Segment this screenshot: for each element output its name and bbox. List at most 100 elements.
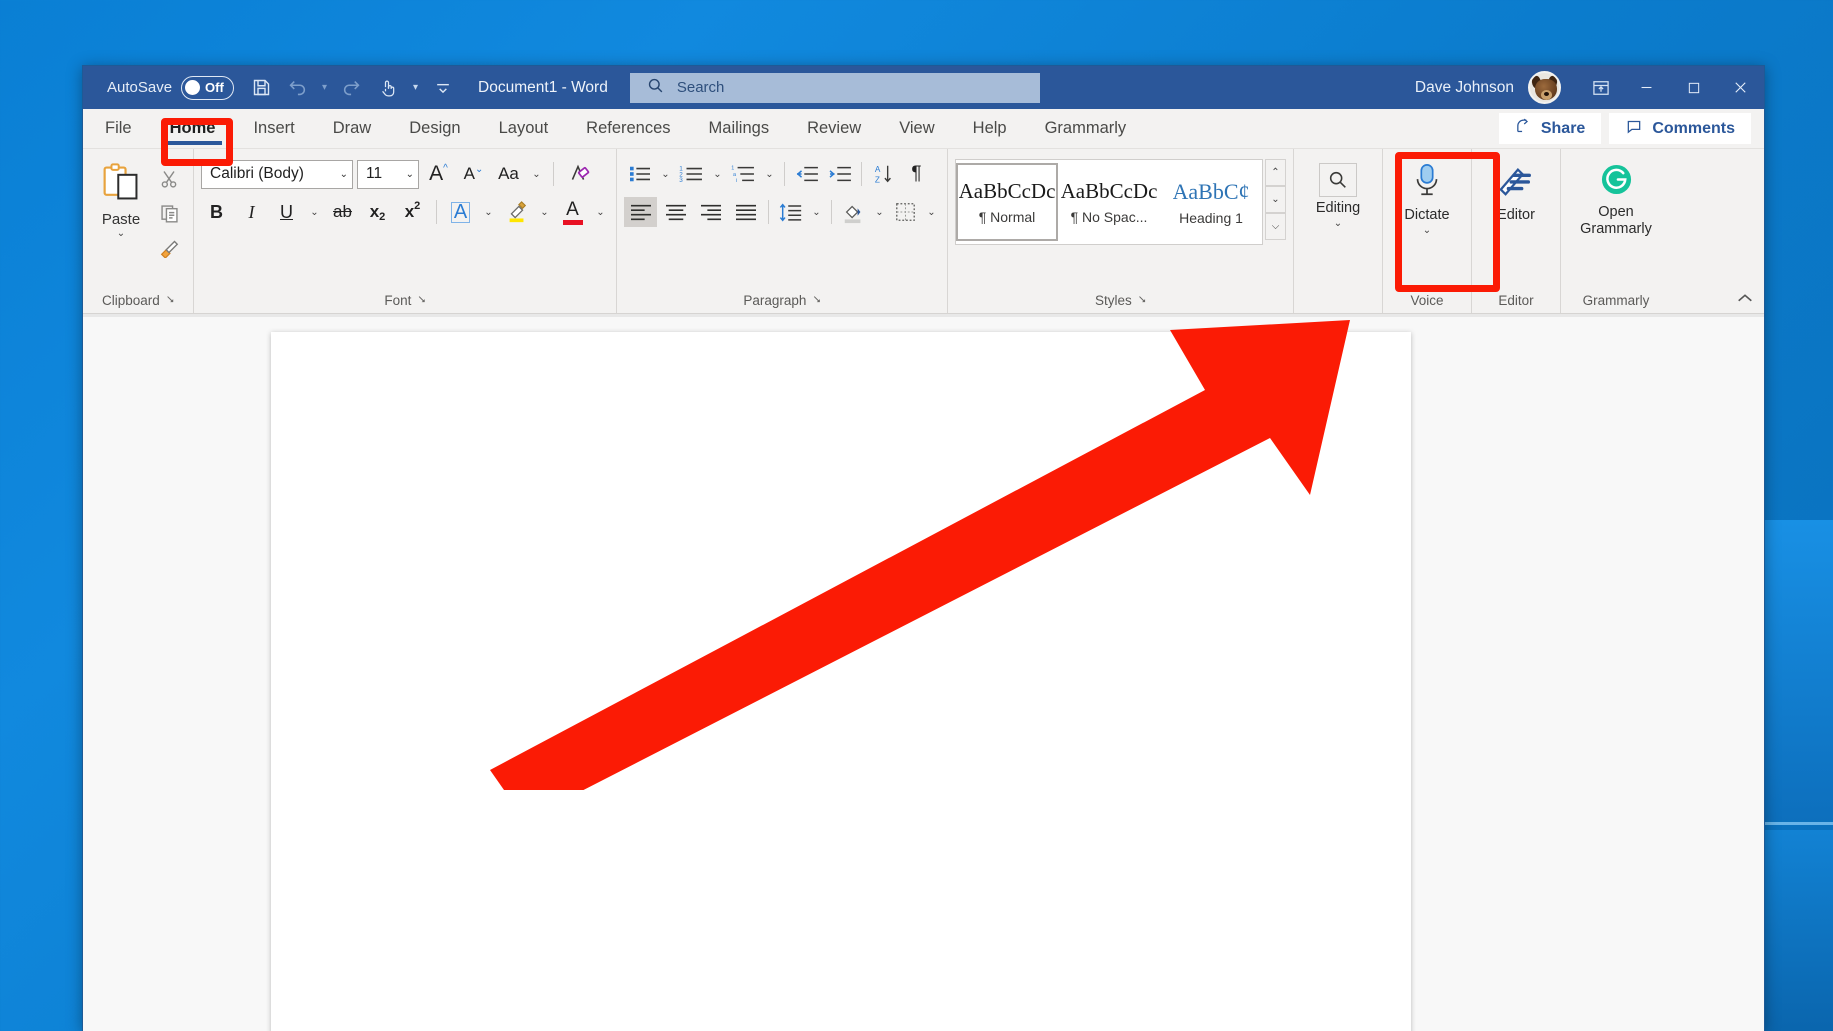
undo-dropdown-caret-icon[interactable]: ▾ (316, 72, 333, 104)
italic-button[interactable]: I (236, 197, 267, 227)
align-center-icon[interactable] (659, 197, 692, 227)
multilevel-list-icon[interactable]: 1 a i (728, 159, 759, 189)
line-spacing-caret-icon[interactable]: ⌄ (808, 197, 825, 227)
text-effects-button[interactable]: A (445, 197, 476, 227)
close-button[interactable] (1717, 66, 1764, 109)
sort-icon[interactable]: A Z (868, 159, 899, 189)
strikethrough-button[interactable]: ab (327, 197, 358, 227)
customize-quick-access-icon[interactable] (426, 72, 460, 104)
shrink-font-button[interactable]: A ⌄ (458, 159, 489, 189)
share-button[interactable]: Share (1498, 113, 1602, 144)
editing-button[interactable]: Editing ⌄ (1301, 159, 1375, 228)
open-grammarly-label-line2: Grammarly (1580, 220, 1652, 237)
font-size-combobox[interactable]: 11 ⌄ (357, 159, 419, 189)
tab-file[interactable]: File (83, 109, 151, 148)
styles-scroll-down-button[interactable]: ⌄ (1265, 186, 1286, 213)
editor-button[interactable]: Editor (1479, 159, 1553, 224)
increase-indent-icon[interactable] (824, 159, 855, 189)
tab-references[interactable]: References (567, 109, 689, 148)
underline-button[interactable]: U (271, 197, 302, 227)
highlight-caret-icon[interactable]: ⌄ (536, 197, 553, 227)
font-name-caret-icon[interactable]: ⌄ (332, 169, 348, 180)
paragraph-dialog-launcher-icon[interactable]: ⭨ (813, 294, 820, 307)
clipboard-dialog-launcher-icon[interactable]: ⭨ (167, 294, 174, 307)
styles-dialog-launcher-icon[interactable]: ⭨ (1139, 294, 1146, 307)
line-spacing-icon[interactable] (775, 197, 806, 227)
align-right-icon[interactable] (694, 197, 727, 227)
bullets-icon[interactable] (624, 159, 655, 189)
copy-icon[interactable] (152, 198, 186, 228)
show-formatting-marks-icon[interactable]: ¶ (901, 159, 932, 189)
save-icon[interactable] (244, 72, 278, 104)
multilevel-caret-icon[interactable]: ⌄ (761, 159, 778, 189)
bullets-caret-icon[interactable]: ⌄ (657, 159, 674, 189)
font-color-button[interactable]: A (557, 197, 588, 227)
shrink-font-label: A (463, 164, 475, 183)
document-page[interactable] (271, 332, 1411, 1031)
styles-scroll-up-button[interactable]: ⌃ (1265, 159, 1286, 186)
style-item-no-spacing[interactable]: AaBbCcDc ¶ No Spac... (1058, 163, 1160, 241)
editing-dropdown-caret-icon[interactable]: ⌄ (1334, 218, 1342, 228)
font-dialog-launcher-icon[interactable]: ⭨ (418, 294, 425, 307)
tab-review[interactable]: Review (788, 109, 880, 148)
paste-button[interactable]: Paste ⌄ (90, 159, 152, 239)
styles-more-button[interactable]: ⌵ (1265, 213, 1286, 240)
cut-icon[interactable] (152, 164, 186, 194)
redo-icon[interactable] (335, 72, 369, 104)
tab-view[interactable]: View (880, 109, 953, 148)
touch-mode-icon[interactable] (371, 72, 405, 104)
tab-home[interactable]: Home (151, 109, 235, 148)
justify-icon[interactable] (729, 197, 762, 227)
numbering-caret-icon[interactable]: ⌄ (709, 159, 726, 189)
superscript-button[interactable]: x2 (397, 197, 428, 227)
font-color-caret-icon[interactable]: ⌄ (592, 197, 609, 227)
paste-dropdown-caret-icon[interactable]: ⌄ (117, 229, 125, 239)
decrease-indent-icon[interactable] (791, 159, 822, 189)
borders-icon[interactable] (890, 197, 921, 227)
align-left-icon[interactable] (624, 197, 657, 227)
dictate-dropdown-caret-icon[interactable]: ⌄ (1423, 225, 1431, 235)
font-name-combobox[interactable]: Calibri (Body) ⌄ (201, 159, 353, 189)
tab-layout[interactable]: Layout (480, 109, 568, 148)
comments-button[interactable]: Comments (1609, 113, 1751, 144)
minimize-button[interactable] (1623, 66, 1670, 109)
clear-formatting-icon[interactable] (562, 159, 593, 189)
maximize-button[interactable] (1670, 66, 1717, 109)
paragraph-row-top: ⌄ 1 2 3 ⌄ 1 a i ⌄ A Z ¶ (624, 159, 940, 189)
tab-insert[interactable]: Insert (234, 109, 313, 148)
change-case-button[interactable]: Aa (493, 159, 524, 189)
underline-caret-icon[interactable]: ⌄ (306, 197, 323, 227)
text-effects-caret-icon[interactable]: ⌄ (480, 197, 497, 227)
open-grammarly-button[interactable]: Open Grammarly (1568, 159, 1664, 237)
numbering-icon[interactable]: 1 2 3 (676, 159, 707, 189)
tab-help[interactable]: Help (954, 109, 1026, 148)
avatar[interactable] (1528, 71, 1561, 104)
subscript-button[interactable]: x2 (362, 197, 393, 227)
format-painter-icon[interactable] (152, 232, 186, 262)
collapse-ribbon-icon[interactable] (1736, 291, 1754, 307)
tab-design[interactable]: Design (390, 109, 479, 148)
style-item-normal[interactable]: AaBbCcDc ¶ Normal (956, 163, 1058, 241)
ribbon-display-options-icon[interactable] (1579, 66, 1623, 109)
autosave-toggle[interactable]: AutoSave Off (99, 73, 242, 103)
touch-mode-dropdown-caret-icon[interactable]: ▾ (407, 72, 424, 104)
bold-button[interactable]: B (201, 197, 232, 227)
clipboard-group-body: Paste ⌄ (83, 155, 193, 287)
shading-caret-icon[interactable]: ⌄ (871, 197, 888, 227)
document-area[interactable] (83, 314, 1764, 1031)
dictate-button[interactable]: Dictate ⌄ (1390, 159, 1464, 235)
text-highlight-color-icon[interactable] (501, 197, 532, 227)
borders-caret-icon[interactable]: ⌄ (923, 197, 940, 227)
style-item-heading-1[interactable]: AaBbC¢ Heading 1 (1160, 163, 1262, 241)
grow-font-button[interactable]: A ^ (423, 159, 454, 189)
search-input[interactable]: Search (629, 72, 1040, 103)
voice-label-text: Voice (1410, 292, 1444, 308)
font-size-caret-icon[interactable]: ⌄ (398, 169, 414, 180)
change-case-caret-icon[interactable]: ⌄ (528, 159, 545, 189)
tab-grammarly[interactable]: Grammarly (1026, 109, 1146, 148)
tab-draw[interactable]: Draw (314, 109, 391, 148)
autosave-switch[interactable]: Off (181, 75, 235, 100)
undo-icon[interactable] (280, 72, 314, 104)
tab-mailings[interactable]: Mailings (690, 109, 789, 148)
shading-icon[interactable] (838, 197, 869, 227)
